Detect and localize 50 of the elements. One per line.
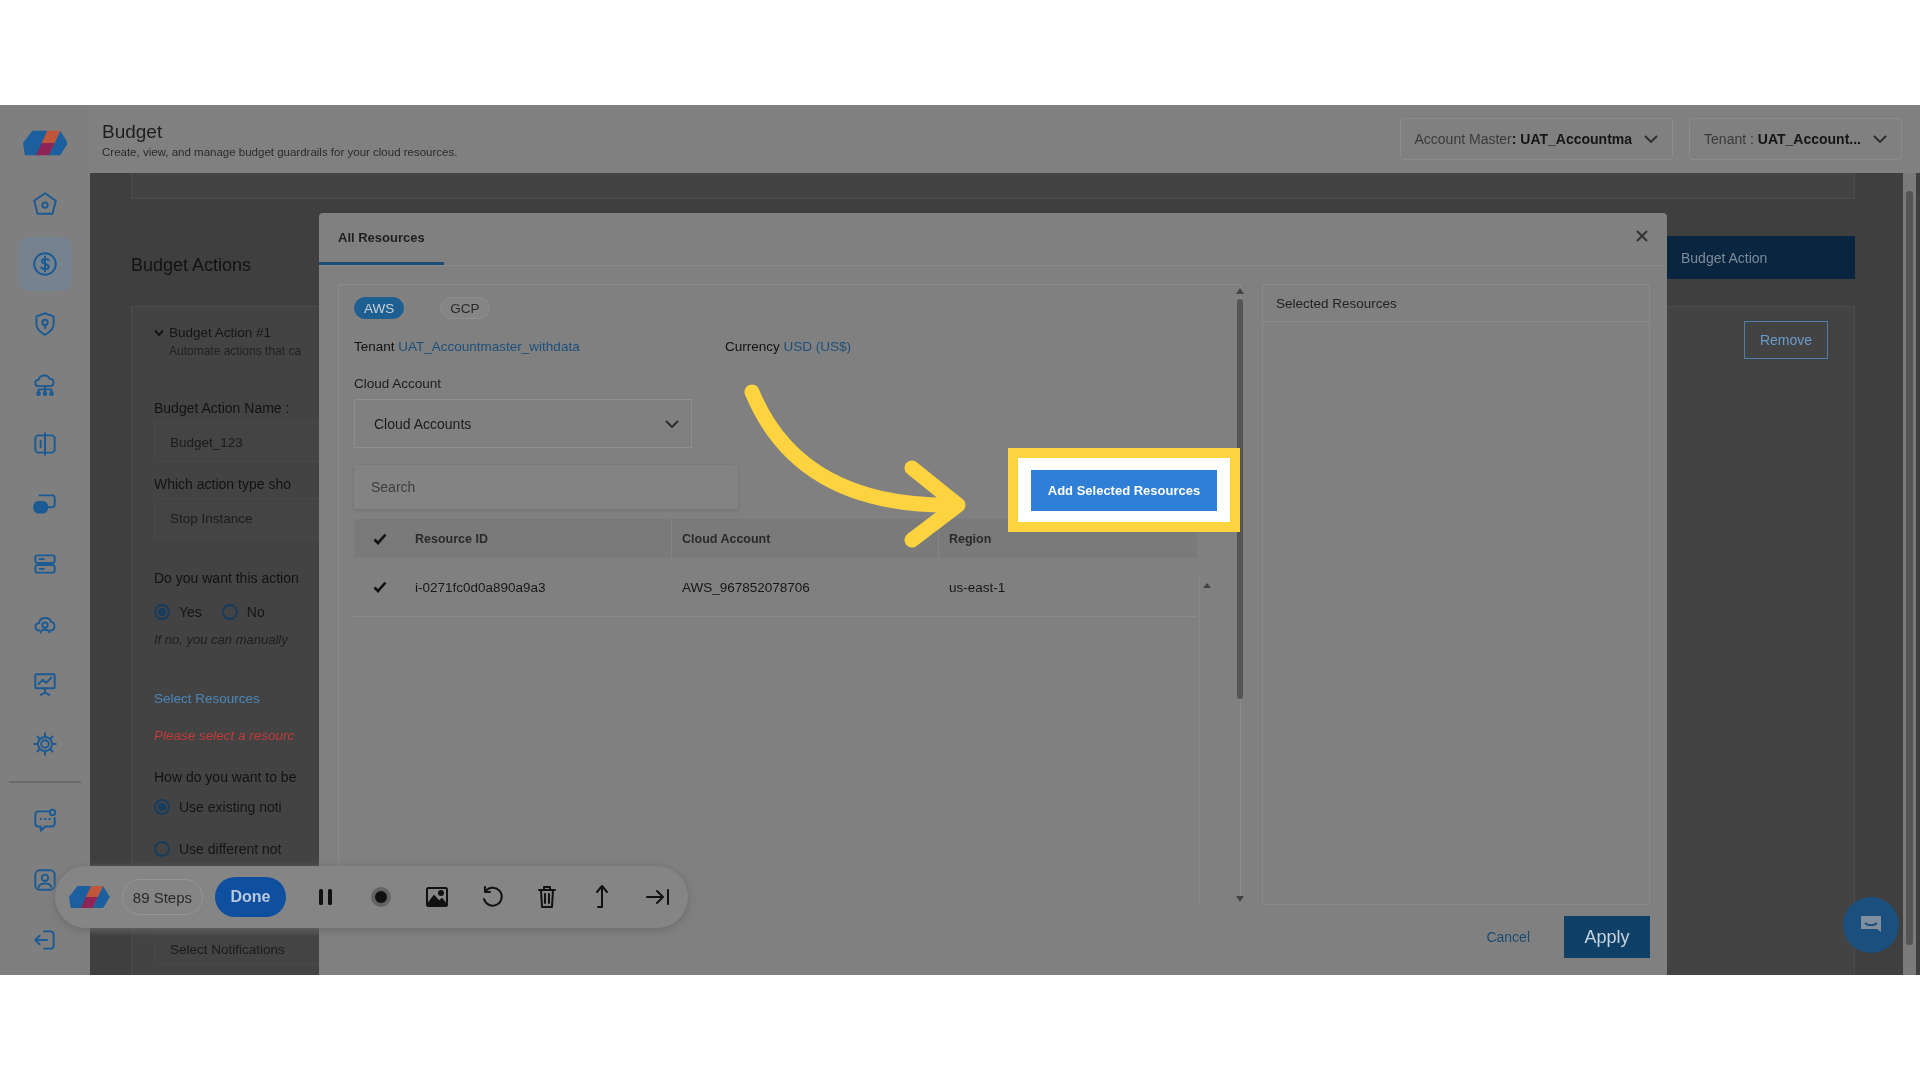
chevron-down-icon (665, 419, 679, 428)
done-button[interactable]: Done (215, 877, 286, 917)
scroll-up-icon[interactable] (1236, 288, 1244, 294)
select-resources-link[interactable]: Select Resources (154, 691, 319, 706)
tenant-info: Tenant UAT_Accountmaster_withdata (354, 339, 581, 354)
error-message: Please select a resourc (154, 728, 296, 743)
tenant-dropdown[interactable]: Tenant : UAT_Account... (1689, 118, 1902, 160)
dropdown-label: Account Master (1414, 131, 1512, 147)
radio-button[interactable] (154, 799, 170, 815)
search-field[interactable]: Search (354, 465, 738, 509)
provider-tab[interactable]: GCP (440, 297, 490, 319)
table-cell: AWS_967852078706 (682, 579, 810, 595)
field-label: Cloud Account (354, 376, 443, 391)
scrollbar[interactable] (1199, 575, 1214, 906)
dropdown-value: UAT_Account... (1757, 131, 1861, 147)
scroll-up-icon[interactable] (1201, 581, 1213, 589)
account-master-dropdown[interactable]: Account Master: UAT_Accountma (1399, 118, 1674, 160)
provider-tab[interactable]: AWS (354, 297, 405, 319)
chevron-down-icon (1873, 135, 1887, 143)
remove-button[interactable]: Remove (1744, 321, 1828, 359)
scroll-down-icon[interactable] (1236, 896, 1244, 902)
add-budget-action-button[interactable]: Budget Action (1667, 236, 1855, 279)
dialog-tab[interactable]: All Resources (319, 213, 444, 265)
dollar-icon[interactable] (18, 237, 72, 291)
radio-button[interactable] (154, 841, 170, 857)
column-header: Cloud Account (682, 531, 771, 546)
chevron-down-icon (1644, 135, 1659, 143)
add-selected-resources-button[interactable]: Add Selected Resources (1031, 469, 1217, 511)
dropdown-label: Tenant : (1704, 131, 1755, 147)
table-cell: i-0271fc0d0a890a9a3 (415, 579, 546, 595)
page-subtitle: Create, view, and manage budget guardrails for your cloud resources. (102, 145, 459, 158)
chevron-down-icon[interactable] (154, 328, 164, 337)
column-header: Region (949, 531, 992, 546)
scrollbar[interactable] (1903, 173, 1916, 975)
cloud-account-dropdown[interactable]: Cloud Accounts (354, 399, 692, 448)
radio-button[interactable] (154, 604, 170, 620)
currency-info: Currency USD (US$) (725, 339, 852, 354)
cancel-button[interactable]: Cancel (1480, 928, 1536, 946)
checkmark-icon[interactable] (372, 532, 387, 545)
apply-button[interactable]: Apply (1564, 916, 1650, 958)
logo-icon (22, 129, 68, 157)
panel-title: Selected Resources (1276, 295, 1397, 311)
logo-icon (69, 884, 110, 910)
column-header: Resource ID (415, 531, 488, 546)
page-title: Budget (102, 120, 164, 143)
steps-counter[interactable]: 89 Steps (121, 879, 204, 915)
dropdown-value: : UAT_Accountma (1511, 131, 1633, 147)
table-cell: us-east-1 (949, 579, 1006, 595)
radio-button[interactable] (221, 604, 238, 620)
checkmark-icon[interactable] (372, 581, 387, 593)
